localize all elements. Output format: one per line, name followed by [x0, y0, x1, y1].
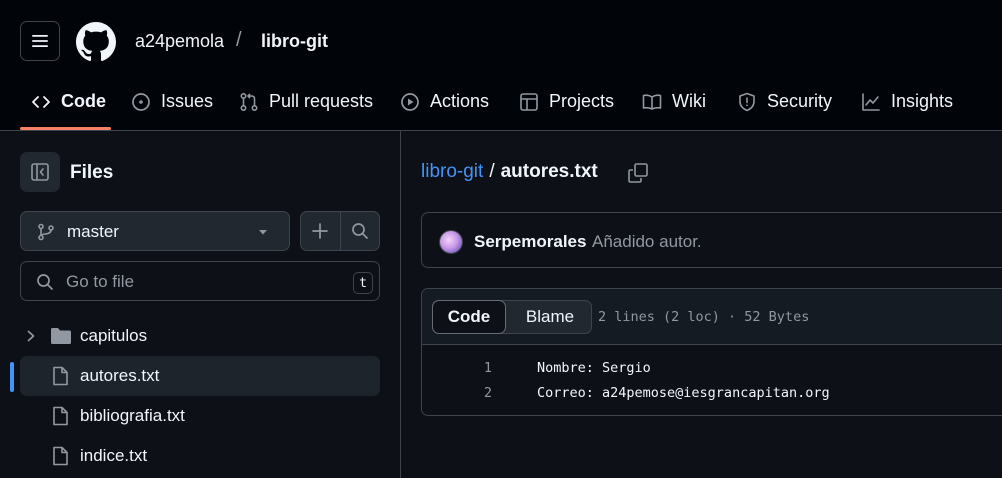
- tab-insights[interactable]: Insights: [860, 82, 953, 131]
- line-number[interactable]: 1: [452, 360, 492, 376]
- line-content: Nombre: Sergio: [537, 360, 651, 376]
- issue-opened-icon: [130, 91, 152, 113]
- triangle-down-icon: [259, 230, 267, 235]
- go-to-file-placeholder: Go to file: [66, 272, 135, 291]
- go-to-file-input[interactable]: Go to file t: [20, 261, 380, 301]
- copy-path-icon[interactable]: [627, 162, 649, 184]
- search-files-button[interactable]: [339, 212, 380, 250]
- folder-icon: [51, 328, 71, 344]
- file-icon: [53, 366, 68, 386]
- line-number[interactable]: 2: [452, 385, 492, 401]
- file-icon: [53, 406, 68, 426]
- tab-wiki[interactable]: Wiki: [641, 82, 706, 131]
- view-toggle: Code Blame: [432, 300, 592, 334]
- file-tree-sidebar: Files master Go to file t capitulos auto…: [0, 131, 401, 478]
- branch-name: master: [67, 222, 119, 241]
- graph-icon: [860, 91, 882, 113]
- repo-owner-link[interactable]: a24pemola: [135, 31, 224, 52]
- shield-icon: [736, 91, 758, 113]
- breadcrumb: libro-git / autores.txt: [421, 161, 598, 183]
- commit-message-link[interactable]: Añadido autor.: [592, 232, 702, 252]
- keyboard-shortcut-hint: t: [353, 272, 373, 294]
- tab-issues[interactable]: Issues: [130, 82, 213, 131]
- tree-item-folder[interactable]: capitulos: [20, 316, 380, 356]
- tree-item-file[interactable]: bibliografia.txt: [20, 396, 380, 436]
- book-icon: [641, 91, 663, 113]
- avatar[interactable]: [439, 230, 463, 254]
- tab-projects[interactable]: Projects: [518, 82, 614, 131]
- search-icon: [351, 223, 368, 239]
- play-icon: [399, 91, 421, 113]
- tab-actions[interactable]: Actions: [399, 82, 489, 131]
- tab-code-label: Code: [61, 91, 106, 111]
- tree-item-file-selected[interactable]: autores.txt: [20, 356, 380, 396]
- tree-item-label: capitulos: [80, 326, 148, 345]
- branch-selector[interactable]: master: [20, 211, 290, 251]
- tab-code[interactable]: Code: [30, 82, 106, 131]
- tree-item-label: autores.txt: [80, 366, 160, 385]
- code-icon: [30, 91, 52, 113]
- git-branch-icon: [38, 223, 54, 241]
- tree-item-file[interactable]: indice.txt: [20, 436, 380, 476]
- search-icon: [37, 274, 53, 290]
- repo-nav-tabs: Code Issues Pull requests Actions Projec…: [0, 82, 1002, 131]
- file-info: 2 lines (2 loc) · 52 Bytes: [598, 309, 810, 325]
- sidebar-collapse-icon: [31, 163, 49, 181]
- path-separator: /: [236, 29, 242, 51]
- collapse-sidebar-button[interactable]: [20, 152, 60, 192]
- hamburger-icon: [32, 35, 48, 47]
- repo-header: a24pemola / libro-git Code Issues Pull r…: [0, 0, 1002, 131]
- file-header: Code Blame 2 lines (2 loc) · 52 Bytes: [422, 289, 1002, 345]
- breadcrumb-repo-link[interactable]: libro-git: [421, 161, 483, 183]
- tree-item-label: bibliografia.txt: [80, 406, 185, 425]
- repo-name-link[interactable]: libro-git: [261, 31, 328, 52]
- code-line: 1 Nombre: Sergio: [422, 356, 1002, 381]
- tab-insights-label: Insights: [891, 91, 954, 111]
- file-viewer: Code Blame 2 lines (2 loc) · 52 Bytes 1 …: [421, 288, 1002, 416]
- breadcrumb-separator: /: [489, 161, 495, 182]
- selected-item-marker: [10, 362, 14, 392]
- tab-security[interactable]: Security: [736, 82, 832, 131]
- tab-issues-label: Issues: [161, 91, 214, 111]
- tree-item-label: indice.txt: [80, 446, 148, 465]
- code-line: 2 Correo: a24pemose@iesgrancapitan.org: [422, 381, 1002, 406]
- tree-actions: [300, 211, 380, 251]
- tab-pull-requests-label: Pull requests: [269, 91, 374, 111]
- files-heading: Files: [70, 162, 114, 183]
- table-icon: [518, 91, 540, 113]
- tab-wiki-label: Wiki: [672, 91, 706, 111]
- code-view-button[interactable]: Code: [432, 300, 506, 334]
- tab-actions-label: Actions: [430, 91, 490, 111]
- commit-author-link[interactable]: Serpemorales: [474, 232, 586, 252]
- github-logo-icon[interactable]: [76, 22, 116, 62]
- tab-projects-label: Projects: [549, 91, 615, 111]
- file-icon: [53, 446, 68, 466]
- latest-commit-bar: Serpemorales Añadido autor.: [421, 212, 1002, 268]
- add-file-button[interactable]: [301, 212, 340, 250]
- git-pull-request-icon: [238, 91, 260, 113]
- active-tab-indicator: [20, 127, 111, 130]
- blame-view-button[interactable]: Blame: [509, 301, 591, 333]
- menu-button[interactable]: [20, 21, 60, 61]
- line-content: Correo: a24pemose@iesgrancapitan.org: [537, 385, 830, 401]
- chevron-right-icon: [27, 330, 35, 342]
- tab-pull-requests[interactable]: Pull requests: [238, 82, 373, 131]
- breadcrumb-file-name: autores.txt: [500, 161, 598, 182]
- plus-icon: [312, 223, 329, 239]
- tab-security-label: Security: [767, 91, 833, 111]
